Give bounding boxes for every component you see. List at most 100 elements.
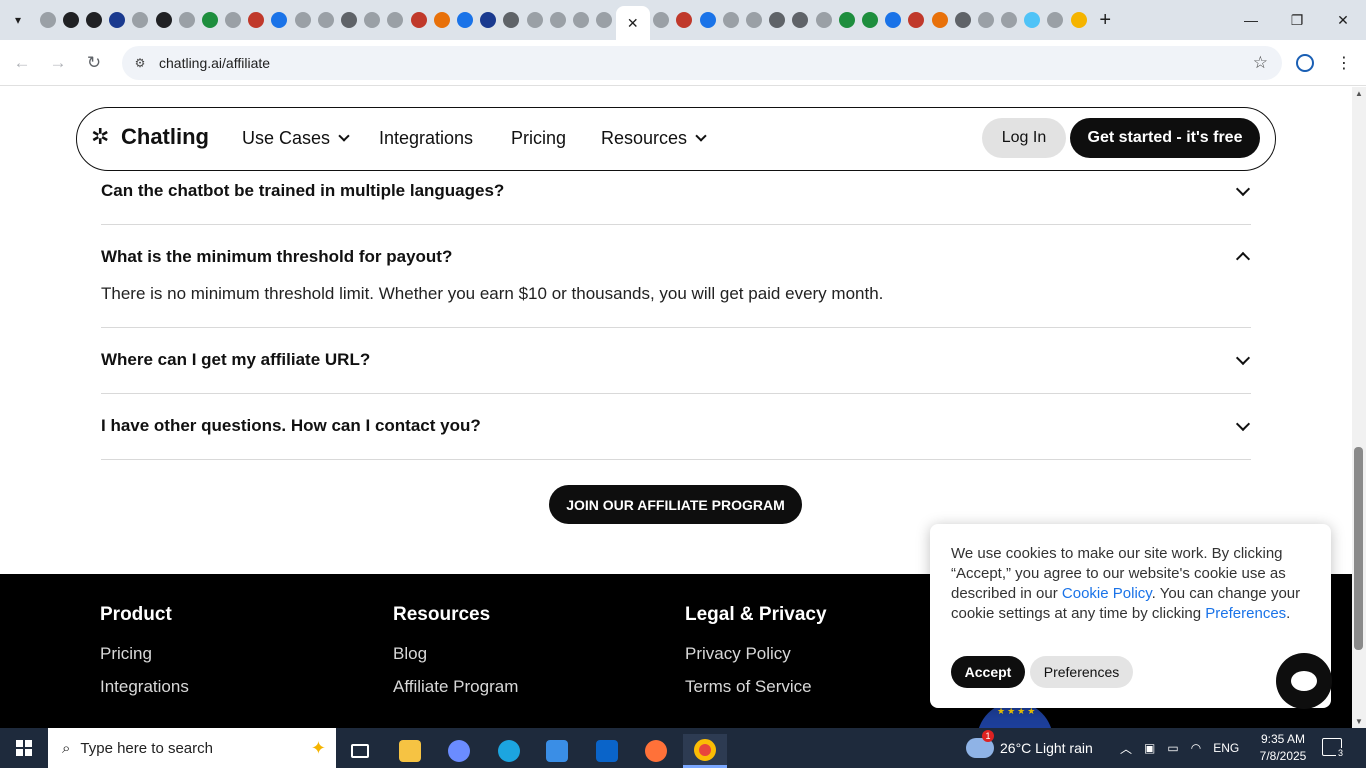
close-window-icon[interactable]: ✕: [1320, 0, 1366, 40]
tab-favicon-icon[interactable]: [245, 0, 268, 40]
chevron-down-icon[interactable]: [1235, 416, 1251, 432]
tab-favicon-icon[interactable]: [268, 0, 291, 40]
faq-question[interactable]: Where can I get my affiliate URL?: [101, 350, 370, 370]
store-icon[interactable]: [535, 734, 579, 768]
tab-favicon-icon[interactable]: [812, 0, 835, 40]
edge-icon[interactable]: [487, 734, 531, 768]
footer-link[interactable]: Integrations: [100, 677, 189, 697]
scroll-down-icon[interactable]: ▼: [1355, 717, 1363, 726]
wifi-icon[interactable]: ◠: [1191, 741, 1201, 755]
cookie-policy-link[interactable]: Cookie Policy: [1062, 585, 1152, 602]
tab-favicon-icon[interactable]: [789, 0, 812, 40]
scroll-up-icon[interactable]: ▲: [1355, 89, 1363, 98]
cookie-preferences-button[interactable]: Preferences: [1030, 656, 1133, 688]
language-indicator[interactable]: ENG: [1213, 741, 1239, 755]
tab-favicon-icon[interactable]: [546, 0, 569, 40]
taskbar-clock[interactable]: 9:35 AM 7/8/2025: [1254, 731, 1312, 765]
close-tab-icon[interactable]: ✕: [627, 15, 639, 32]
tab-favicon-icon[interactable]: [673, 0, 696, 40]
back-arrow-icon[interactable]: ←: [4, 45, 40, 81]
accept-cookies-button[interactable]: Accept: [951, 656, 1025, 688]
tab-favicon-icon[interactable]: [198, 0, 221, 40]
tab-favicon-icon[interactable]: [361, 0, 384, 40]
tab-favicon-icon[interactable]: [82, 0, 105, 40]
windows-start-icon[interactable]: [0, 728, 48, 768]
tab-favicon-icon[interactable]: [998, 0, 1021, 40]
outlook-icon[interactable]: [585, 734, 629, 768]
tab-favicon-icon[interactable]: [928, 0, 951, 40]
tab-favicon-icon[interactable]: [175, 0, 198, 40]
copilot-icon[interactable]: [437, 734, 481, 768]
tab-favicon-icon[interactable]: [835, 0, 858, 40]
tab-favicon-icon[interactable]: [337, 0, 360, 40]
tab-favicon-icon[interactable]: [696, 0, 719, 40]
faq-question[interactable]: What is the minimum threshold for payout…: [101, 247, 452, 267]
tab-favicon-icon[interactable]: [719, 0, 742, 40]
tab-favicon-icon[interactable]: [129, 0, 152, 40]
tab-favicon-icon[interactable]: [222, 0, 245, 40]
login-button[interactable]: Log In: [982, 118, 1066, 158]
tab-favicon-icon[interactable]: [152, 0, 175, 40]
chevron-down-icon[interactable]: [1235, 181, 1251, 197]
chevron-down-icon[interactable]: [1235, 350, 1251, 366]
preferences-link[interactable]: Preferences: [1205, 605, 1286, 622]
firefox-icon[interactable]: [634, 734, 678, 768]
profile-avatar-icon[interactable]: [1292, 50, 1318, 76]
tab-favicon-icon[interactable]: [742, 0, 765, 40]
minimize-icon[interactable]: —: [1228, 0, 1274, 40]
tab-favicon-icon[interactable]: [858, 0, 881, 40]
tab-favicon-icon[interactable]: [1044, 0, 1067, 40]
restore-icon[interactable]: ❐: [1274, 0, 1320, 40]
chat-widget-icon[interactable]: [1276, 653, 1332, 709]
reload-icon[interactable]: ↻: [76, 45, 112, 81]
weather-widget[interactable]: 1 26°C Light rain: [966, 728, 1093, 768]
tab-search-chevron-icon[interactable]: ▾: [0, 0, 36, 40]
battery-icon[interactable]: ▭: [1167, 741, 1178, 755]
site-info-icon[interactable]: ⚙: [124, 56, 156, 70]
chevron-up-icon[interactable]: [1235, 251, 1251, 267]
tab-favicon-icon[interactable]: [430, 0, 453, 40]
nav-integrations[interactable]: Integrations: [379, 128, 473, 149]
page-scrollbar[interactable]: ▲ ▼: [1352, 87, 1366, 728]
chrome-icon[interactable]: [683, 734, 727, 768]
url-text[interactable]: chatling.ai/affiliate: [159, 55, 270, 71]
footer-link[interactable]: Affiliate Program: [393, 677, 518, 697]
tab-favicon-icon[interactable]: [314, 0, 337, 40]
get-started-button[interactable]: Get started - it's free: [1070, 118, 1260, 158]
footer-link[interactable]: Blog: [393, 644, 427, 664]
active-tab[interactable]: ✕: [615, 6, 650, 40]
tab-favicon-icon[interactable]: [407, 0, 430, 40]
browser-menu-icon[interactable]: ⋮: [1334, 50, 1354, 76]
file-explorer-icon[interactable]: [388, 734, 432, 768]
address-bar[interactable]: ⚙ chatling.ai/affiliate ☆: [122, 46, 1282, 80]
footer-link[interactable]: Privacy Policy: [685, 644, 791, 664]
tab-favicon-icon[interactable]: [650, 0, 673, 40]
tab-favicon-icon[interactable]: [1067, 0, 1090, 40]
forward-arrow-icon[interactable]: →: [40, 45, 76, 81]
nav-use-cases[interactable]: Use Cases: [242, 128, 350, 149]
tab-favicon-icon[interactable]: [384, 0, 407, 40]
meet-now-icon[interactable]: ▣: [1144, 741, 1155, 755]
copilot-sparkle-icon[interactable]: ✦: [311, 738, 326, 759]
tab-favicon-icon[interactable]: [106, 0, 129, 40]
tab-favicon-icon[interactable]: [500, 0, 523, 40]
footer-link[interactable]: Terms of Service: [685, 677, 812, 697]
tab-favicon-icon[interactable]: [36, 0, 59, 40]
faq-question[interactable]: I have other questions. How can I contac…: [101, 416, 481, 436]
footer-link[interactable]: Pricing: [100, 644, 152, 664]
tab-favicon-icon[interactable]: [477, 0, 500, 40]
tab-favicon-icon[interactable]: [59, 0, 82, 40]
chatling-logo[interactable]: ✲ Chatling: [91, 124, 209, 150]
tab-favicon-icon[interactable]: [1021, 0, 1044, 40]
bookmark-star-icon[interactable]: ☆: [1253, 53, 1268, 73]
tab-favicon-icon[interactable]: [974, 0, 997, 40]
tab-favicon-icon[interactable]: [905, 0, 928, 40]
nav-resources[interactable]: Resources: [601, 128, 707, 149]
taskbar-search-box[interactable]: ⌕ Type here to search ✦: [48, 728, 336, 768]
tab-favicon-icon[interactable]: [453, 0, 476, 40]
tab-favicon-icon[interactable]: [569, 0, 592, 40]
task-view-icon[interactable]: [338, 734, 382, 768]
join-affiliate-button[interactable]: JOIN OUR AFFILIATE PROGRAM: [549, 485, 802, 524]
chevron-up-icon[interactable]: ︿: [1120, 740, 1132, 757]
tab-favicon-icon[interactable]: [523, 0, 546, 40]
